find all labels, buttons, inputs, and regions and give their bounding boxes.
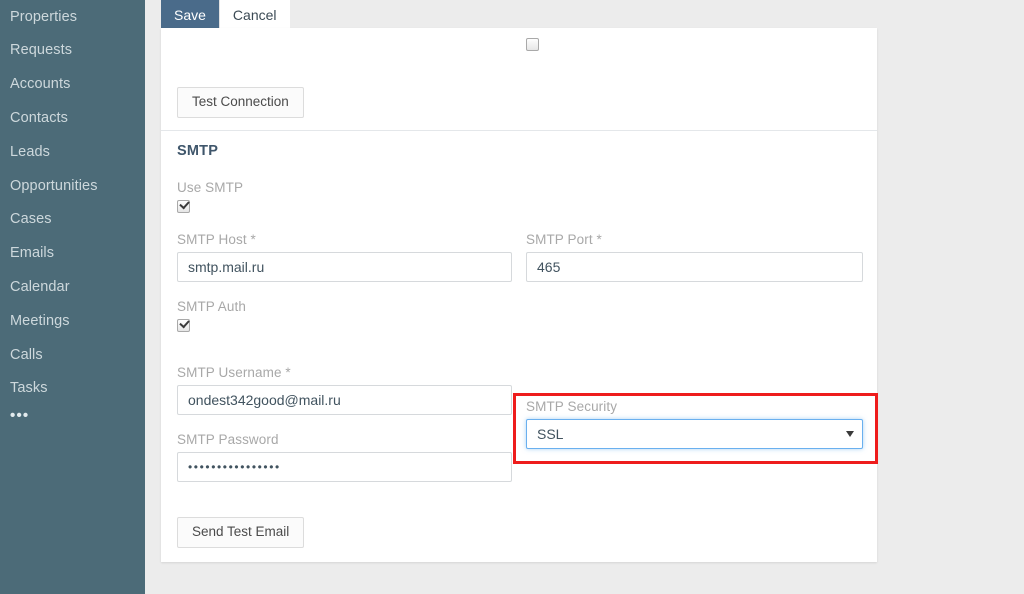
form-toolbar: Save Cancel — [161, 0, 290, 30]
sidebar-item-label: Cases — [10, 212, 52, 227]
smtp-password-label: SMTP Password — [177, 432, 279, 447]
smtp-security-select[interactable]: SSL — [526, 419, 863, 449]
settings-panel: Test Connection SMTP Use SMTP SMTP Host … — [161, 28, 877, 562]
sidebar-item-properties[interactable]: Properties — [0, 0, 145, 34]
smtp-port-label: SMTP Port * — [526, 232, 602, 247]
test-connection-button[interactable]: Test Connection — [177, 87, 304, 118]
save-button[interactable]: Save — [161, 0, 219, 30]
sidebar-item-calls[interactable]: Calls — [0, 338, 145, 372]
sidebar-item-opportunities[interactable]: Opportunities — [0, 169, 145, 203]
sidebar-item-leads[interactable]: Leads — [0, 135, 145, 169]
use-smtp-checkbox[interactable] — [177, 200, 190, 213]
sidebar-item-label: Calendar — [10, 280, 70, 295]
smtp-section-title: SMTP — [177, 143, 218, 159]
sidebar-item-label: Meetings — [10, 314, 70, 329]
sidebar-item-cases[interactable]: Cases — [0, 203, 145, 237]
sidebar-item-label: Tasks — [10, 381, 48, 396]
connection-section: Test Connection — [161, 28, 877, 131]
sidebar-item-label: Leads — [10, 145, 50, 160]
smtp-host-label: SMTP Host * — [177, 232, 256, 247]
sidebar-item-requests[interactable]: Requests — [0, 34, 145, 68]
sidebar-item-label: Properties — [10, 10, 77, 25]
sidebar-item-emails[interactable]: Emails — [0, 237, 145, 271]
sidebar-item-label: Contacts — [10, 111, 68, 126]
sidebar-item-contacts[interactable]: Contacts — [0, 101, 145, 135]
sidebar-item-calendar[interactable]: Calendar — [0, 270, 145, 304]
use-smtp-label: Use SMTP — [177, 180, 243, 195]
sidebar-item-accounts[interactable]: Accounts — [0, 68, 145, 102]
smtp-section: SMTP Use SMTP SMTP Host * SMTP Port * SM… — [161, 131, 877, 561]
cancel-button[interactable]: Cancel — [219, 0, 290, 30]
sidebar-item-label: Requests — [10, 43, 72, 58]
sidebar-item-label: Calls — [10, 348, 43, 363]
smtp-username-label: SMTP Username * — [177, 365, 291, 380]
smtp-auth-checkbox[interactable] — [177, 319, 190, 332]
top-option-checkbox[interactable] — [526, 38, 539, 51]
sidebar-item-meetings[interactable]: Meetings — [0, 304, 145, 338]
sidebar-item-label: Accounts — [10, 77, 70, 92]
sidebar-item-tasks[interactable]: Tasks — [0, 372, 145, 406]
sidebar-navigation: Properties Requests Accounts Contacts Le… — [0, 0, 145, 594]
smtp-security-value: SSL — [537, 426, 563, 442]
send-test-email-button[interactable]: Send Test Email — [177, 517, 304, 548]
application-window: Properties Requests Accounts Contacts Le… — [0, 0, 1024, 594]
smtp-password-input[interactable] — [177, 452, 512, 482]
smtp-auth-label: SMTP Auth — [177, 299, 246, 314]
sidebar-item-label: Opportunities — [10, 179, 98, 194]
smtp-port-input[interactable] — [526, 252, 863, 282]
smtp-username-input[interactable] — [177, 385, 512, 415]
more-icon: ••• — [10, 408, 29, 423]
smtp-host-input[interactable] — [177, 252, 512, 282]
sidebar-item-label: Emails — [10, 246, 54, 261]
smtp-security-label: SMTP Security — [526, 399, 617, 414]
sidebar-item-more[interactable]: ••• — [0, 406, 145, 440]
